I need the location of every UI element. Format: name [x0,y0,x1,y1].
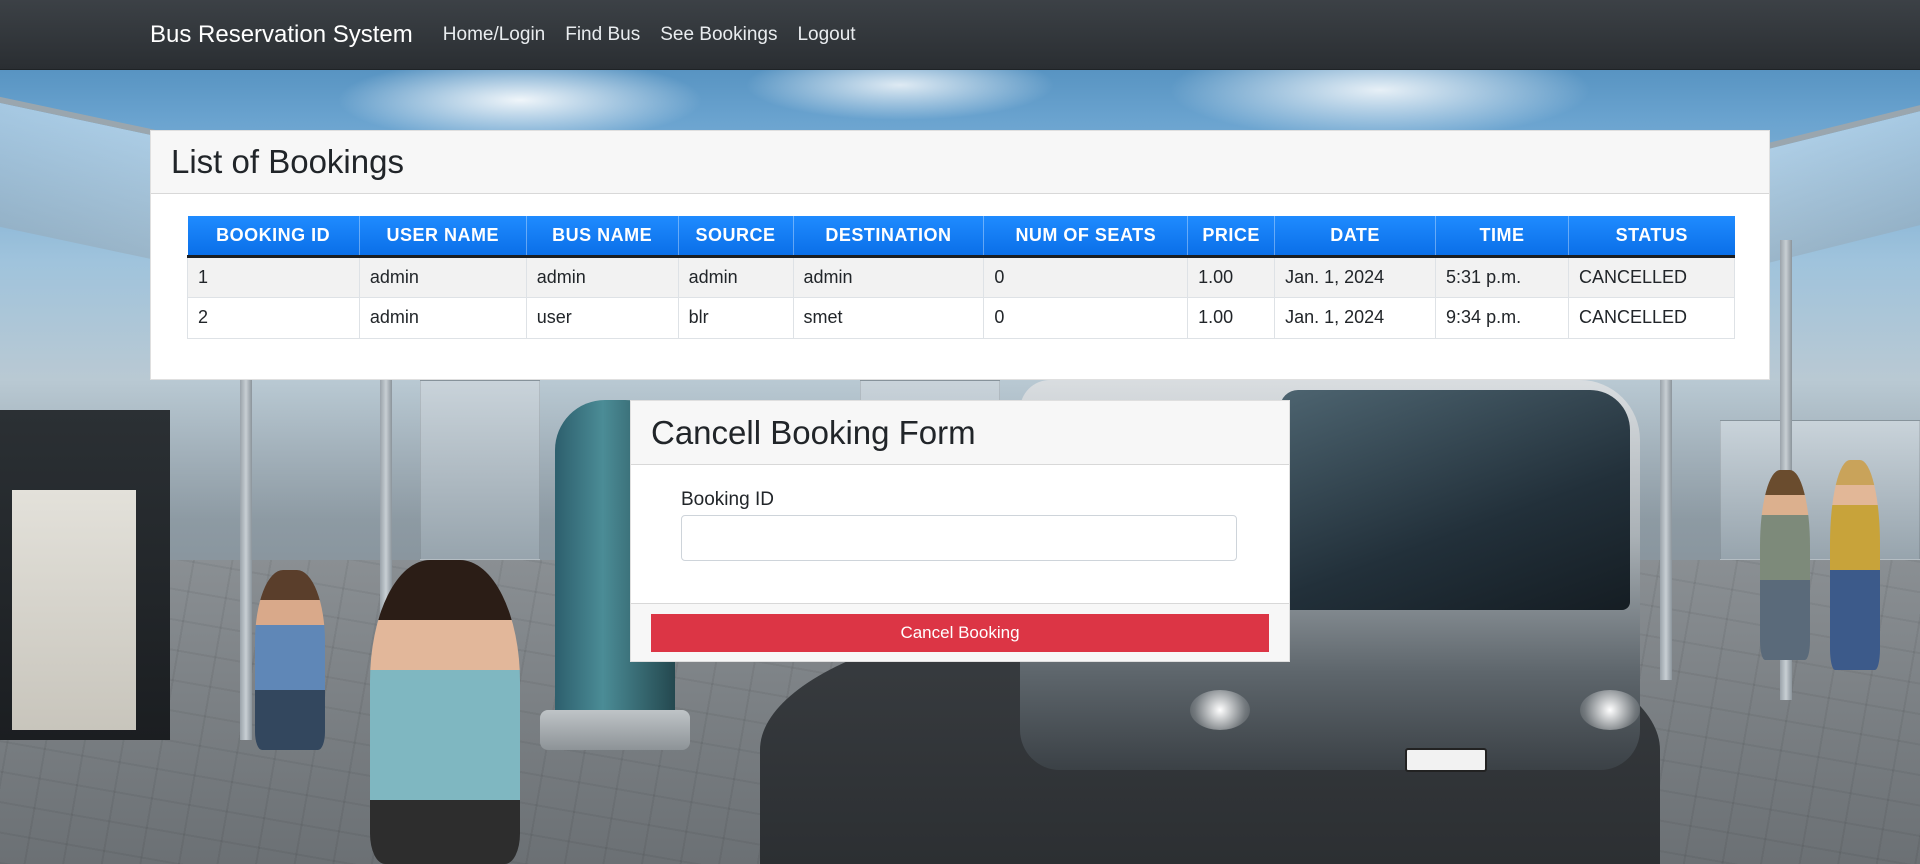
column-header-booking-id: BOOKING ID [187,216,360,258]
nav-home-login[interactable]: Home/Login [443,24,545,46]
column-header-date: DATE [1274,216,1436,258]
bookings-card-body: BOOKING ID USER NAME BUS NAME SOURCE DES… [151,194,1769,339]
cancel-form-title: Cancell Booking Form [651,413,976,451]
cell-booking-id: 1 [187,255,360,298]
booking-id-input[interactable] [681,515,1237,561]
nav-find-bus[interactable]: Find Bus [565,24,640,46]
bookings-table: BOOKING ID USER NAME BUS NAME SOURCE DES… [187,216,1736,339]
cell-status: CANCELLED [1567,296,1736,339]
cell-num-of-seats: 0 [983,296,1189,339]
bookings-header-row: BOOKING ID USER NAME BUS NAME SOURCE DES… [187,216,1735,258]
cell-status: CANCELLED [1567,255,1736,298]
cancel-booking-form: Booking ID [631,465,1289,603]
column-header-time: TIME [1435,216,1569,258]
nav-see-bookings[interactable]: See Bookings [660,24,777,46]
column-header-bus-name: BUS NAME [525,216,679,258]
cell-source: admin [677,255,794,298]
bookings-card-header: List of Bookings [151,131,1769,194]
cancel-booking-button[interactable]: Cancel Booking [651,614,1269,652]
cell-bus-name: admin [525,255,679,298]
top-navbar: Bus Reservation System Home/Login Find B… [0,0,1920,70]
cell-booking-id: 2 [187,296,360,339]
cancel-card-footer: Cancel Booking [631,603,1289,661]
cell-time: 5:31 p.m. [1435,255,1569,298]
cell-num-of-seats: 0 [983,255,1189,298]
nav-links: Home/Login Find Bus See Bookings Logout [443,24,856,46]
column-header-user-name: USER NAME [358,216,527,258]
cell-date: Jan. 1, 2024 [1274,255,1437,298]
column-header-num-of-seats: NUM OF SEATS [983,216,1188,258]
cancel-booking-card: Cancell Booking Form Booking ID Cancel B… [630,400,1290,662]
table-row: 2 admin user blr smet 0 1.00 Jan. 1, 202… [187,296,1736,339]
cell-bus-name: user [525,296,679,339]
bookings-card: List of Bookings BOOKING ID USER NAME BU… [150,130,1770,380]
cell-source: blr [677,296,794,339]
cell-time: 9:34 p.m. [1435,296,1569,339]
brand-link[interactable]: Bus Reservation System [150,21,413,49]
table-row: 1 admin admin admin admin 0 1.00 Jan. 1,… [187,255,1736,298]
column-header-status: STATUS [1567,216,1735,258]
cell-destination: smet [792,296,985,339]
booking-id-label: Booking ID [681,489,774,510]
bookings-title: List of Bookings [171,143,404,180]
nav-logout[interactable]: Logout [797,24,855,46]
cancel-card-header: Cancell Booking Form [631,401,1289,465]
cell-user-name: admin [358,255,527,298]
cell-user-name: admin [358,296,527,339]
column-header-price: PRICE [1187,216,1275,258]
cell-price: 1.00 [1187,296,1276,339]
column-header-source: SOURCE [677,216,793,258]
cell-destination: admin [792,255,985,298]
column-header-destination: DESTINATION [792,216,984,258]
cell-date: Jan. 1, 2024 [1274,296,1437,339]
cell-price: 1.00 [1187,255,1276,298]
